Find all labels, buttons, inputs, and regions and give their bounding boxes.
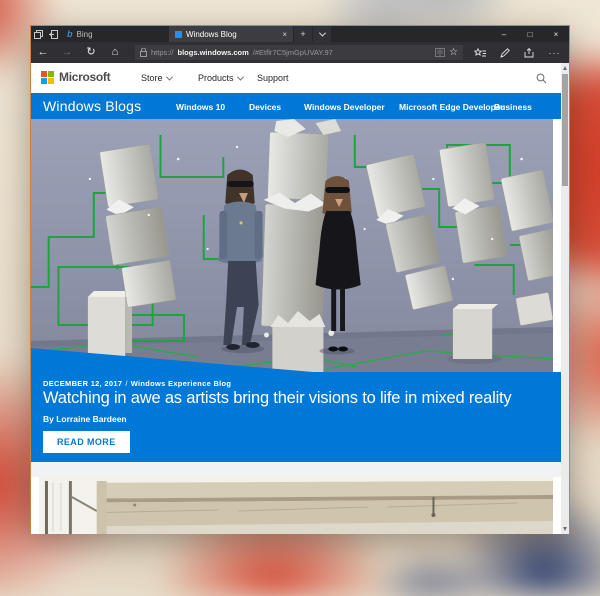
tabs-you-set-aside-icon[interactable] xyxy=(46,26,61,42)
windows-logo-icon xyxy=(175,31,182,38)
page-viewport: Microsoft Store Products Support Windows… xyxy=(31,63,569,534)
scroll-down-icon[interactable] xyxy=(563,527,567,531)
lock-icon xyxy=(140,48,147,57)
interior-scene xyxy=(39,477,553,534)
tab-preview-chevron-icon[interactable] xyxy=(313,26,331,42)
new-tab-button[interactable]: + xyxy=(294,26,312,42)
article-byline: By Lorraine Bardeen xyxy=(43,414,127,424)
tab-windows-blog[interactable]: Windows Blog × xyxy=(169,26,293,42)
scrollbar-thumb[interactable] xyxy=(562,74,568,186)
nav-store[interactable]: Store xyxy=(141,73,172,83)
bing-logo-icon: b xyxy=(67,29,73,39)
chevron-down-icon xyxy=(165,73,172,80)
article-date: DECEMBER 12, 2017 xyxy=(43,379,122,388)
close-window-button[interactable]: × xyxy=(543,26,569,42)
nav-support[interactable]: Support xyxy=(257,73,289,83)
url-field[interactable]: https:// blogs.windows.com /#Etflr7C5jmGpU… xyxy=(135,45,463,60)
article-meta: DECEMBER 12, 2017/Windows Experience Blo… xyxy=(43,379,231,388)
refresh-button[interactable]: ↻ xyxy=(79,42,103,63)
url-scheme: https:// xyxy=(151,48,174,57)
microsoft-logo[interactable]: Microsoft xyxy=(41,70,110,84)
chevron-down-icon xyxy=(236,73,243,80)
nav-microsoft-edge-developer[interactable]: Microsoft Edge Developer xyxy=(399,102,504,112)
reading-view-icon[interactable] xyxy=(435,48,445,57)
featured-article-banner: DECEMBER 12, 2017/Windows Experience Blo… xyxy=(31,372,561,462)
nav-devices[interactable]: Devices xyxy=(249,102,281,112)
url-fragment: /#Etflr7C5jmGpUVAY.97 xyxy=(253,48,333,57)
titlebar-drag-area xyxy=(331,26,491,42)
microsoft-logo-squares-icon xyxy=(41,71,54,84)
nav-products[interactable]: Products xyxy=(198,73,243,83)
tab-bar: b Bing Windows Blog × + – □ × xyxy=(31,26,569,42)
blog-nav-bar: Windows Blogs Windows 10 Devices Windows… xyxy=(31,93,561,119)
scroll-up-icon[interactable] xyxy=(563,66,567,70)
forward-button[interactable]: → xyxy=(55,42,79,63)
hero-image[interactable] xyxy=(31,119,553,372)
minimize-button[interactable]: – xyxy=(491,26,517,42)
hero-image-scene xyxy=(31,119,553,372)
next-article-image[interactable] xyxy=(39,477,553,534)
maximize-button[interactable]: □ xyxy=(517,26,543,42)
nav-windows-developer[interactable]: Windows Developer xyxy=(304,102,385,112)
close-tab-icon[interactable]: × xyxy=(278,30,287,39)
windows-blogs-brand[interactable]: Windows Blogs xyxy=(43,98,141,114)
favorite-star-icon[interactable]: ☆ xyxy=(449,47,458,58)
set-tabs-aside-icon[interactable] xyxy=(31,26,46,42)
tab-label: Bing xyxy=(77,30,164,39)
nav-business[interactable]: Business xyxy=(494,102,532,112)
home-button[interactable]: ⌂ xyxy=(103,42,127,63)
tab-label: Windows Blog xyxy=(186,30,274,39)
web-note-pen-icon[interactable] xyxy=(492,48,517,58)
favorites-hub-icon[interactable] xyxy=(467,48,492,58)
microsoft-header: Microsoft Store Products Support xyxy=(31,63,561,93)
section-divider xyxy=(31,462,561,477)
article-title[interactable]: Watching in awe as artists bring their v… xyxy=(43,389,511,408)
share-icon[interactable] xyxy=(517,48,542,58)
article-category-link[interactable]: Windows Experience Blog xyxy=(131,379,232,388)
tab-bing[interactable]: b Bing xyxy=(61,26,169,42)
url-host: blogs.windows.com xyxy=(178,48,249,57)
back-button[interactable]: ← xyxy=(31,42,55,63)
browser-window: b Bing Windows Blog × + – □ × ← → ↻ ⌂ ht… xyxy=(30,25,570,533)
nav-windows-10[interactable]: Windows 10 xyxy=(176,102,225,112)
page-scrollbar[interactable] xyxy=(561,63,569,534)
microsoft-logo-text: Microsoft xyxy=(59,70,110,84)
settings-more-icon[interactable]: ··· xyxy=(542,48,567,58)
address-bar: ← → ↻ ⌂ https:// blogs.windows.com /#Etflr… xyxy=(31,42,569,63)
search-icon[interactable] xyxy=(536,71,547,89)
read-more-button[interactable]: READ MORE xyxy=(43,431,130,453)
